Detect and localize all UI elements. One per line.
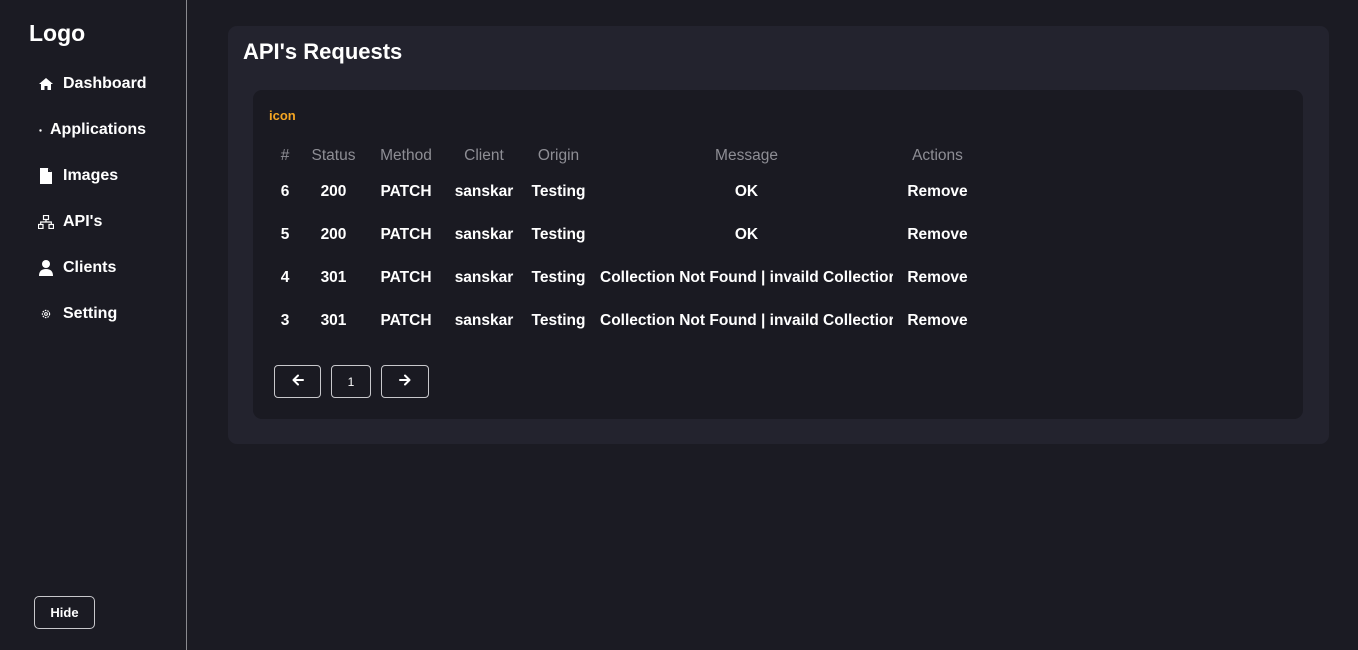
sidebar-item-images[interactable]: Images [38,164,147,188]
cell-id: 5 [280,225,290,243]
previous-page-button[interactable] [274,365,321,398]
logo: Logo [29,20,86,46]
table-row: 5 200 PATCH sanskar Testing OK Remove [270,213,976,256]
network-icon [38,214,54,230]
cell-origin: Testing [531,182,586,200]
sidebar-item-setting[interactable]: Setting [38,302,147,326]
requests-table: # Status Method Client Origin Message Ac… [270,142,976,342]
cell-origin: Testing [531,268,586,286]
column-header-client: Client [464,147,504,164]
cell-status: 200 [320,182,347,200]
cell-actions: Remove [899,170,976,213]
cell-method: PATCH [380,311,432,329]
table-header-row: # Status Method Client Origin Message Ac… [270,142,976,170]
message-text: OK [734,225,759,243]
cell-method: PATCH [380,268,432,286]
table-row: 6 200 PATCH sanskar Testing OK Remove [270,170,976,213]
cell-id: 3 [280,311,290,329]
sidebar-item-dashboard[interactable]: Dashboard [38,72,147,96]
cell-status: 301 [320,268,347,286]
sidebar-item-apis[interactable]: API's [38,210,147,234]
cell-origin: Testing [531,225,586,243]
hide-sidebar-button[interactable]: Hide [34,596,95,629]
cell-actions: Remove [899,256,976,299]
cell-id: 6 [280,182,290,200]
arrow-right-icon [399,374,411,389]
table-row: 3 301 PATCH sanskar Testing Collection N… [270,299,976,342]
sidebar-item-label: Dashboard [63,75,147,92]
sidebar-nav: Dashboard Applications Images API's Clie… [38,72,147,348]
sidebar-item-label: Setting [63,305,118,322]
user-icon [38,260,54,276]
remove-button[interactable]: Remove [907,183,967,200]
column-header-actions: Actions [912,147,963,164]
cell-client: sanskar [454,311,514,329]
page-number-button[interactable]: 1 [331,365,371,398]
cell-origin: Testing [531,311,586,329]
cell-method: PATCH [380,182,432,200]
sidebar-item-label: Clients [63,259,117,276]
sidebar-item-label: API's [63,213,103,230]
main-card: API's Requests icon # Status Method Clie… [228,26,1329,444]
cell-client: sanskar [454,225,514,243]
arrow-left-icon [292,374,304,389]
column-header-origin: Origin [537,147,580,164]
column-header-id: # [280,147,290,164]
column-header-message: Message [715,147,778,164]
file-icon [38,168,54,184]
cell-message: OK [594,170,899,213]
cell-message: Collection Not Found | invaild Collectio… [594,256,899,299]
remove-button[interactable]: Remove [907,312,967,329]
cell-message: Collection Not Found | invaild Collectio… [594,299,899,342]
remove-button[interactable]: Remove [907,269,967,286]
cell-status: 200 [320,225,347,243]
requests-panel: icon # Status Method Client Origin Messa… [253,90,1303,419]
page-title: API's Requests [243,39,403,64]
cell-client: sanskar [454,268,514,286]
cell-actions: Remove [899,213,976,256]
cell-client: sanskar [454,182,514,200]
home-icon [38,76,54,92]
icon-label: icon [269,108,296,123]
cell-id: 4 [280,268,290,286]
next-page-button[interactable] [381,365,429,398]
table-row: 4 301 PATCH sanskar Testing Collection N… [270,256,976,299]
cell-message: OK [594,213,899,256]
sidebar-item-label: Images [63,167,119,184]
dot-icon [38,122,42,138]
pagination: 1 [274,365,429,398]
remove-button[interactable]: Remove [907,226,967,243]
column-header-status: Status [311,147,356,164]
message-text: Collection Not Found | invaild Collectio… [600,311,893,329]
cell-method: PATCH [380,225,432,243]
sidebar: Logo Dashboard Applications Images API's [0,0,187,650]
message-text: Collection Not Found | invaild Collectio… [600,268,893,286]
message-text: OK [734,182,759,200]
sidebar-item-clients[interactable]: Clients [38,256,147,280]
sidebar-item-label: Applications [50,121,147,138]
cell-actions: Remove [899,299,976,342]
gear-icon [38,306,54,322]
column-header-method: Method [380,147,432,164]
cell-status: 301 [320,311,347,329]
sidebar-item-applications[interactable]: Applications [38,118,147,142]
